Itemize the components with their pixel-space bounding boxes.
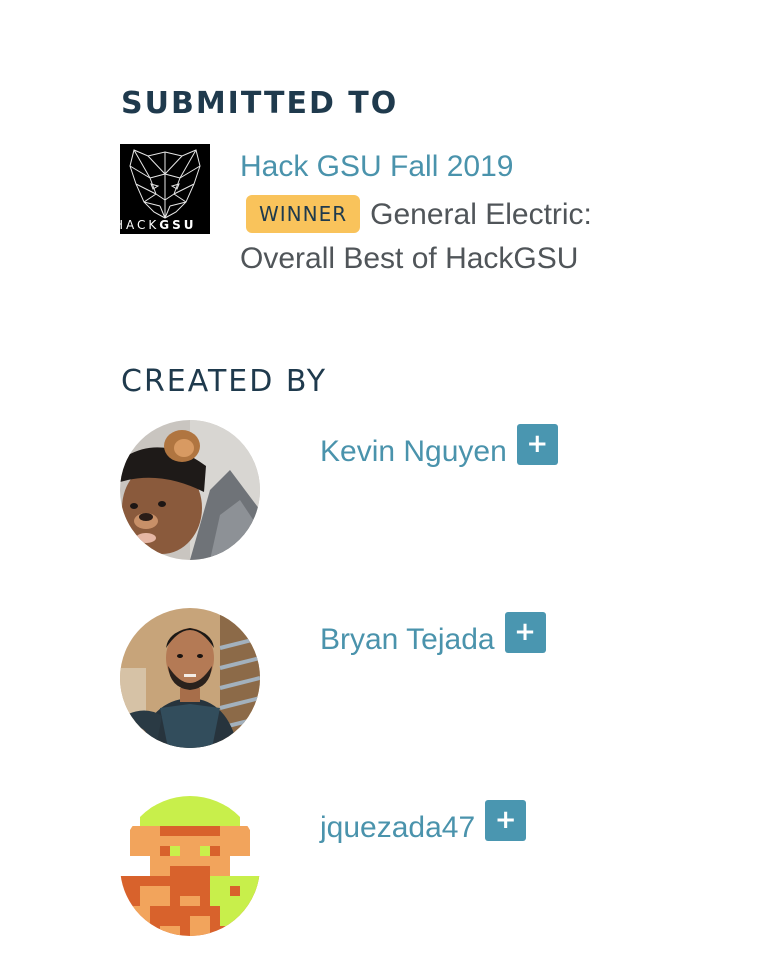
submitted-to-heading: SUBMITTED TO [121,86,399,121]
plus-icon: + [526,429,549,459]
hackathon-logo-wordmark: HACKGSU [120,218,197,232]
hackathon-logo[interactable]: HACKGSU [120,144,210,234]
created-by-heading: CREATED BY [121,364,328,399]
team-member: jquezada47 + [120,796,680,938]
member-photo-icon [120,608,260,748]
team-member: Kevin Nguyen + [120,420,680,562]
avatar[interactable] [120,420,260,560]
member-name-link[interactable]: Kevin Nguyen + [320,424,558,470]
plus-icon: + [514,617,536,647]
pixel-art-character-icon [120,796,260,936]
member-photo-icon [120,420,260,560]
member-name-link[interactable]: jquezada47 + [320,800,527,846]
avatar[interactable] [120,796,260,936]
member-name-link[interactable]: Bryan Tejada + [320,612,546,658]
avatar[interactable] [120,608,260,748]
prize-info: WINNER General Electric: Overall Best of … [240,193,660,281]
follow-button[interactable]: + [516,424,558,465]
hackathon-link[interactable]: Hack GSU Fall 2019 [240,149,513,185]
follow-button[interactable]: + [504,612,546,653]
team-member: Bryan Tejada + [120,608,680,750]
plus-icon: + [494,805,517,835]
follow-button[interactable]: + [485,800,527,841]
winner-badge: WINNER [246,195,361,233]
